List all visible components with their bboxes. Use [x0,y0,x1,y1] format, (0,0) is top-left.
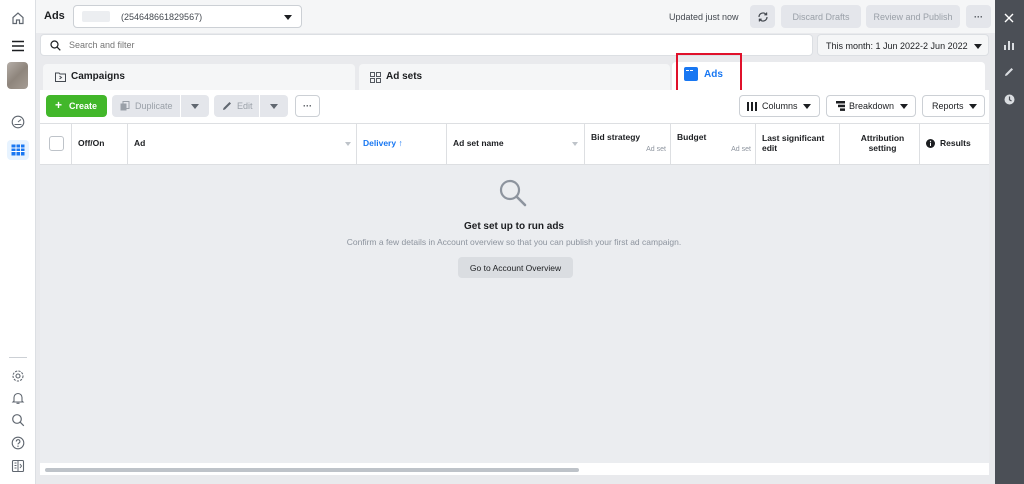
column-header-results-label: Results [940,138,971,149]
breakdown-icon [835,101,845,111]
horizontal-scrollbar[interactable] [40,465,989,475]
column-header-results[interactable]: Results [920,124,989,164]
chevron-down-icon [899,103,909,109]
settings-icon[interactable] [9,367,27,385]
column-header-bid-strategy[interactable]: Bid strategy Ad set [585,124,671,164]
ads-icon [684,67,698,81]
columns-icon [747,102,757,111]
panel-toggle-icon[interactable] [9,457,27,475]
date-range-picker[interactable]: This month: 1 Jun 2022-2 Jun 2022 [817,34,989,56]
breakdown-label: Breakdown [849,101,895,111]
column-header-ad[interactable]: Ad [128,124,357,164]
pencil-icon[interactable] [1000,63,1018,81]
info-icon[interactable] [926,139,936,149]
ads-manager-icon[interactable] [7,140,29,160]
menu-icon[interactable] [9,37,27,55]
horizontal-scrollbar-thumb[interactable] [45,468,579,472]
column-header-attribution-label: Attribution setting [860,133,905,153]
help-icon[interactable] [9,434,27,452]
column-header-last-edit-label: Last significant edit [762,133,825,153]
campaigns-icon [54,71,66,83]
account-avatar[interactable] [7,62,28,89]
search-input[interactable] [69,38,669,52]
columns-button[interactable]: Columns [739,95,820,117]
notifications-icon[interactable] [9,389,27,407]
discard-drafts-button[interactable]: Discard Drafts [781,5,861,28]
chevron-down-icon [973,41,983,51]
home-icon[interactable] [9,9,27,27]
close-icon[interactable] [1000,9,1018,27]
rail-divider [9,357,27,358]
column-header-delivery[interactable]: Delivery ↑ [357,124,447,164]
column-header-budget-label: Budget [677,132,707,142]
history-icon[interactable] [1000,90,1018,108]
chevron-down-icon [190,103,200,109]
duplicate-button[interactable]: Duplicate [112,95,180,117]
table-body-empty [40,165,989,463]
tab-campaigns[interactable]: Campaigns [43,64,355,90]
chevron-down-icon [968,103,978,109]
tab-ad-sets[interactable]: Ad sets [359,64,670,90]
column-header-off-on[interactable]: Off/On [72,124,128,164]
column-header-bid-strategy-label: Bid strategy [591,132,641,142]
sort-caret-icon [344,141,352,147]
date-range-label: This month: 1 Jun 2022-2 Jun 2022 [826,41,968,51]
reports-label: Reports [932,101,964,111]
empty-state-description: Confirm a few details in Account overvie… [346,237,682,247]
pencil-icon [221,100,233,112]
search-icon[interactable] [9,411,27,429]
column-header-ad-set-name-label: Ad set name [453,138,504,149]
column-header-attribution-setting[interactable]: Attribution setting [840,124,920,164]
chevron-down-icon [269,103,279,109]
ad-sets-icon [369,71,381,83]
tab-ads-label: Ads [704,69,723,80]
create-label: Create [69,101,98,111]
refresh-icon [757,11,769,23]
duplicate-icon [119,100,131,112]
plus-icon: + [55,98,63,112]
breakdown-button[interactable]: Breakdown [826,95,916,117]
right-side-rail [995,0,1024,484]
edit-label: Edit [237,101,253,111]
column-header-ad-label: Ad [134,138,146,149]
create-button[interactable]: + Create [46,95,107,117]
duplicate-dropdown-button[interactable] [181,95,209,117]
reports-button[interactable]: Reports [922,95,985,117]
column-header-delivery-label: Delivery ↑ [363,138,403,149]
search-icon [49,39,61,51]
edit-dropdown-button[interactable] [260,95,288,117]
sort-caret-icon [571,141,579,147]
column-header-ad-set-name[interactable]: Ad set name [447,124,585,164]
column-header-budget-sublabel: Ad set [731,145,751,153]
account-id: (254648661829567) [121,12,203,22]
empty-state-title: Get set up to run ads [463,221,564,232]
column-header-off-on-label: Off/On [78,138,105,149]
select-all-checkbox-cell [40,124,72,164]
tab-campaigns-label: Campaigns [71,71,125,82]
tab-ad-sets-label: Ad sets [386,71,423,82]
bar-chart-icon[interactable] [1000,36,1018,54]
more-options-button[interactable]: ··· [966,5,991,28]
magnifier-icon [497,177,529,209]
go-to-account-overview-button[interactable]: Go to Account Overview [458,257,573,278]
column-header-budget[interactable]: Budget Ad set [671,124,756,164]
dashboard-icon[interactable] [9,113,27,131]
select-all-checkbox[interactable] [49,136,64,151]
columns-label: Columns [762,101,798,111]
chevron-down-icon [282,12,294,22]
column-header-bid-strategy-sublabel: Ad set [646,145,666,153]
top-header-bar: Ads (254648661829567) Updated just now D… [36,0,995,33]
column-header-last-significant-edit[interactable]: Last significant edit [756,124,840,164]
update-status: Updated just now [669,12,739,22]
more-actions-button[interactable]: ··· [295,95,320,117]
left-navigation-rail [0,0,36,484]
page-title: Ads [44,10,65,22]
edit-button[interactable]: Edit [214,95,259,117]
account-selector[interactable]: (254648661829567) [73,5,302,28]
chevron-down-icon [802,103,812,109]
refresh-button[interactable] [750,5,775,28]
review-publish-button[interactable]: Review and Publish [866,5,960,28]
duplicate-label: Duplicate [135,101,173,111]
account-name-redacted [82,11,110,22]
